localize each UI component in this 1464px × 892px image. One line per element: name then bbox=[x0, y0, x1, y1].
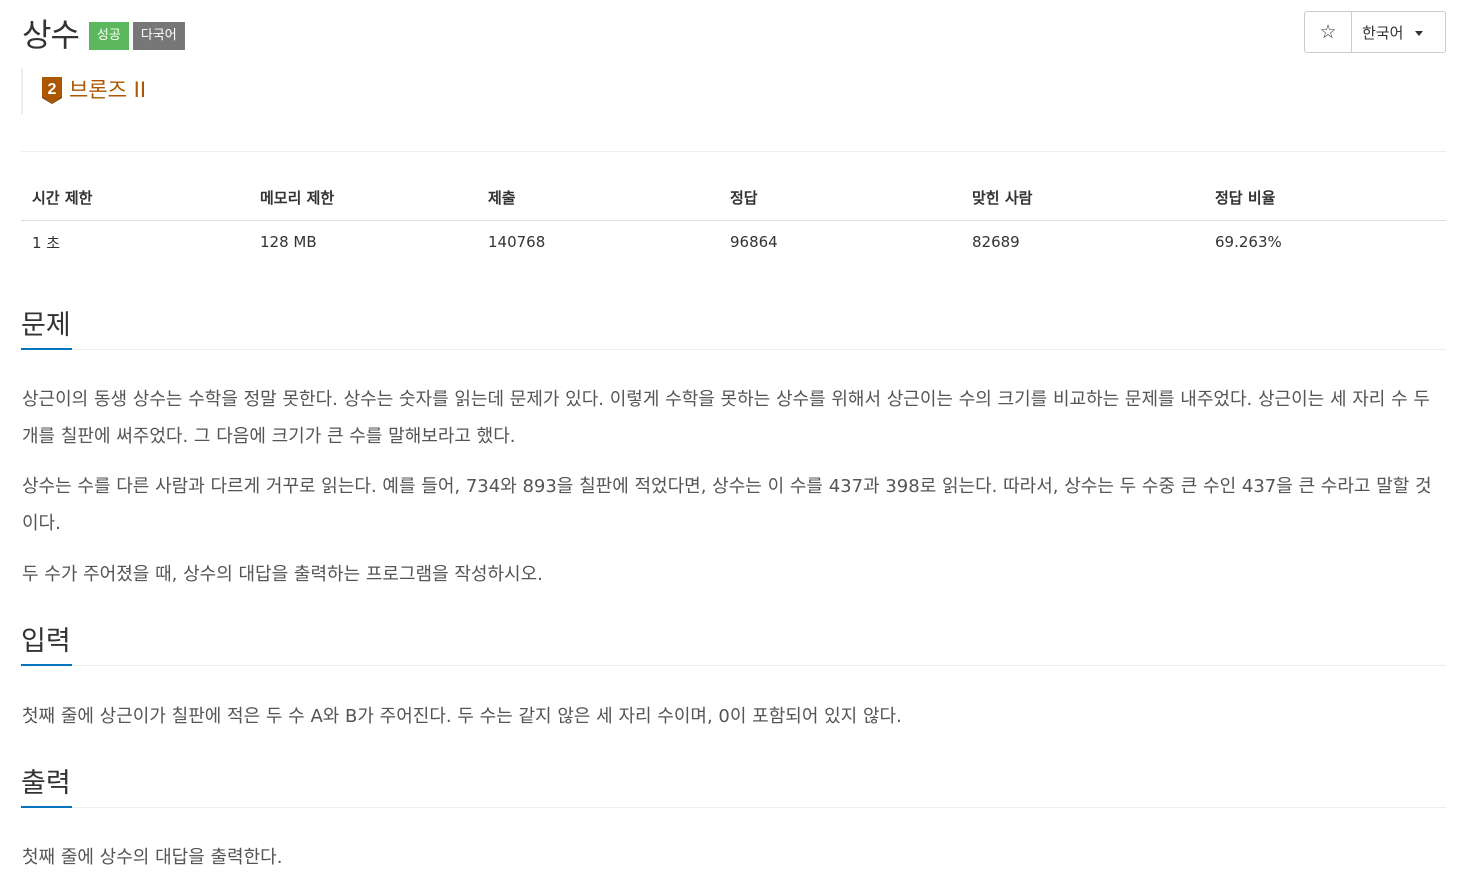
section-title-output: 출력 bbox=[21, 768, 71, 799]
language-dropdown[interactable]: 한국어 bbox=[1352, 12, 1445, 52]
value-time-limit: 1 초 bbox=[32, 233, 61, 252]
table-header-row: 시간 제한 메모리 제한 제출 정답 맞힌 사람 정답 비율 bbox=[21, 175, 1446, 221]
problem-header: 상수 성공 다국어 bbox=[22, 10, 185, 56]
star-icon: ☆ bbox=[1319, 21, 1337, 43]
header-time-limit: 시간 제한 bbox=[21, 175, 249, 221]
caret-down-icon bbox=[1415, 30, 1424, 36]
table-row: 1 초 128 MB 140768 96864 82689 69.263% bbox=[21, 220, 1446, 264]
value-accept-ratio: 69.263% bbox=[1215, 233, 1282, 252]
header-solved-users: 맞힌 사람 bbox=[961, 175, 1204, 221]
section-divider bbox=[21, 807, 1446, 808]
problem-info-table: 시간 제한 메모리 제한 제출 정답 맞힌 사람 정답 비율 1 초 128 M… bbox=[21, 175, 1446, 264]
description-paragraph: 두 수가 주어졌을 때, 상수의 대답을 출력하는 프로그램을 작성하시오. bbox=[22, 564, 543, 585]
header-memory-limit: 메모리 제한 bbox=[249, 175, 477, 221]
multilang-badge: 다국어 bbox=[132, 22, 185, 50]
problem-title: 상수 bbox=[22, 16, 80, 54]
bronze-tier-icon[interactable]: 2 bbox=[41, 76, 63, 104]
section-title-input: 입력 bbox=[21, 626, 71, 657]
language-label: 한국어 bbox=[1362, 23, 1404, 42]
header-submissions: 제출 bbox=[477, 175, 719, 221]
section-underline bbox=[21, 664, 72, 666]
section-divider bbox=[21, 349, 1446, 350]
value-accepted: 96864 bbox=[730, 233, 778, 252]
description-paragraph: 상수는 수를 다른 사람과 다르게 거꾸로 읽는다. 예를 들어, 734와 8… bbox=[22, 476, 1432, 534]
star-button[interactable]: ☆ bbox=[1305, 12, 1352, 52]
tier-block: 2 브론즈 II bbox=[21, 68, 146, 114]
success-badge: 성공 bbox=[88, 22, 129, 50]
input-description: 첫째 줄에 상근이가 칠판에 적은 두 수 A와 B가 주어진다. 두 수는 같… bbox=[22, 706, 902, 727]
header-accepted: 정답 bbox=[719, 175, 961, 221]
section-underline bbox=[21, 806, 72, 808]
problem-toolbar: ☆ 한국어 bbox=[1304, 11, 1446, 53]
tier-label[interactable]: 브론즈 II bbox=[69, 76, 146, 104]
header-accept-ratio: 정답 비율 bbox=[1204, 175, 1446, 221]
description-paragraph: 상근이의 동생 상수는 수학을 정말 못한다. 상수는 숫자를 읽는데 문제가 … bbox=[22, 389, 1430, 447]
divider bbox=[21, 151, 1446, 152]
section-divider bbox=[21, 665, 1446, 666]
section-title-description: 문제 bbox=[21, 310, 71, 341]
value-submissions: 140768 bbox=[488, 233, 546, 252]
value-memory-limit: 128 MB bbox=[260, 233, 317, 252]
output-description: 첫째 줄에 상수의 대답을 출력한다. bbox=[22, 847, 283, 868]
section-underline bbox=[21, 348, 72, 350]
svg-text:2: 2 bbox=[48, 81, 57, 98]
value-solved-users: 82689 bbox=[972, 233, 1020, 252]
